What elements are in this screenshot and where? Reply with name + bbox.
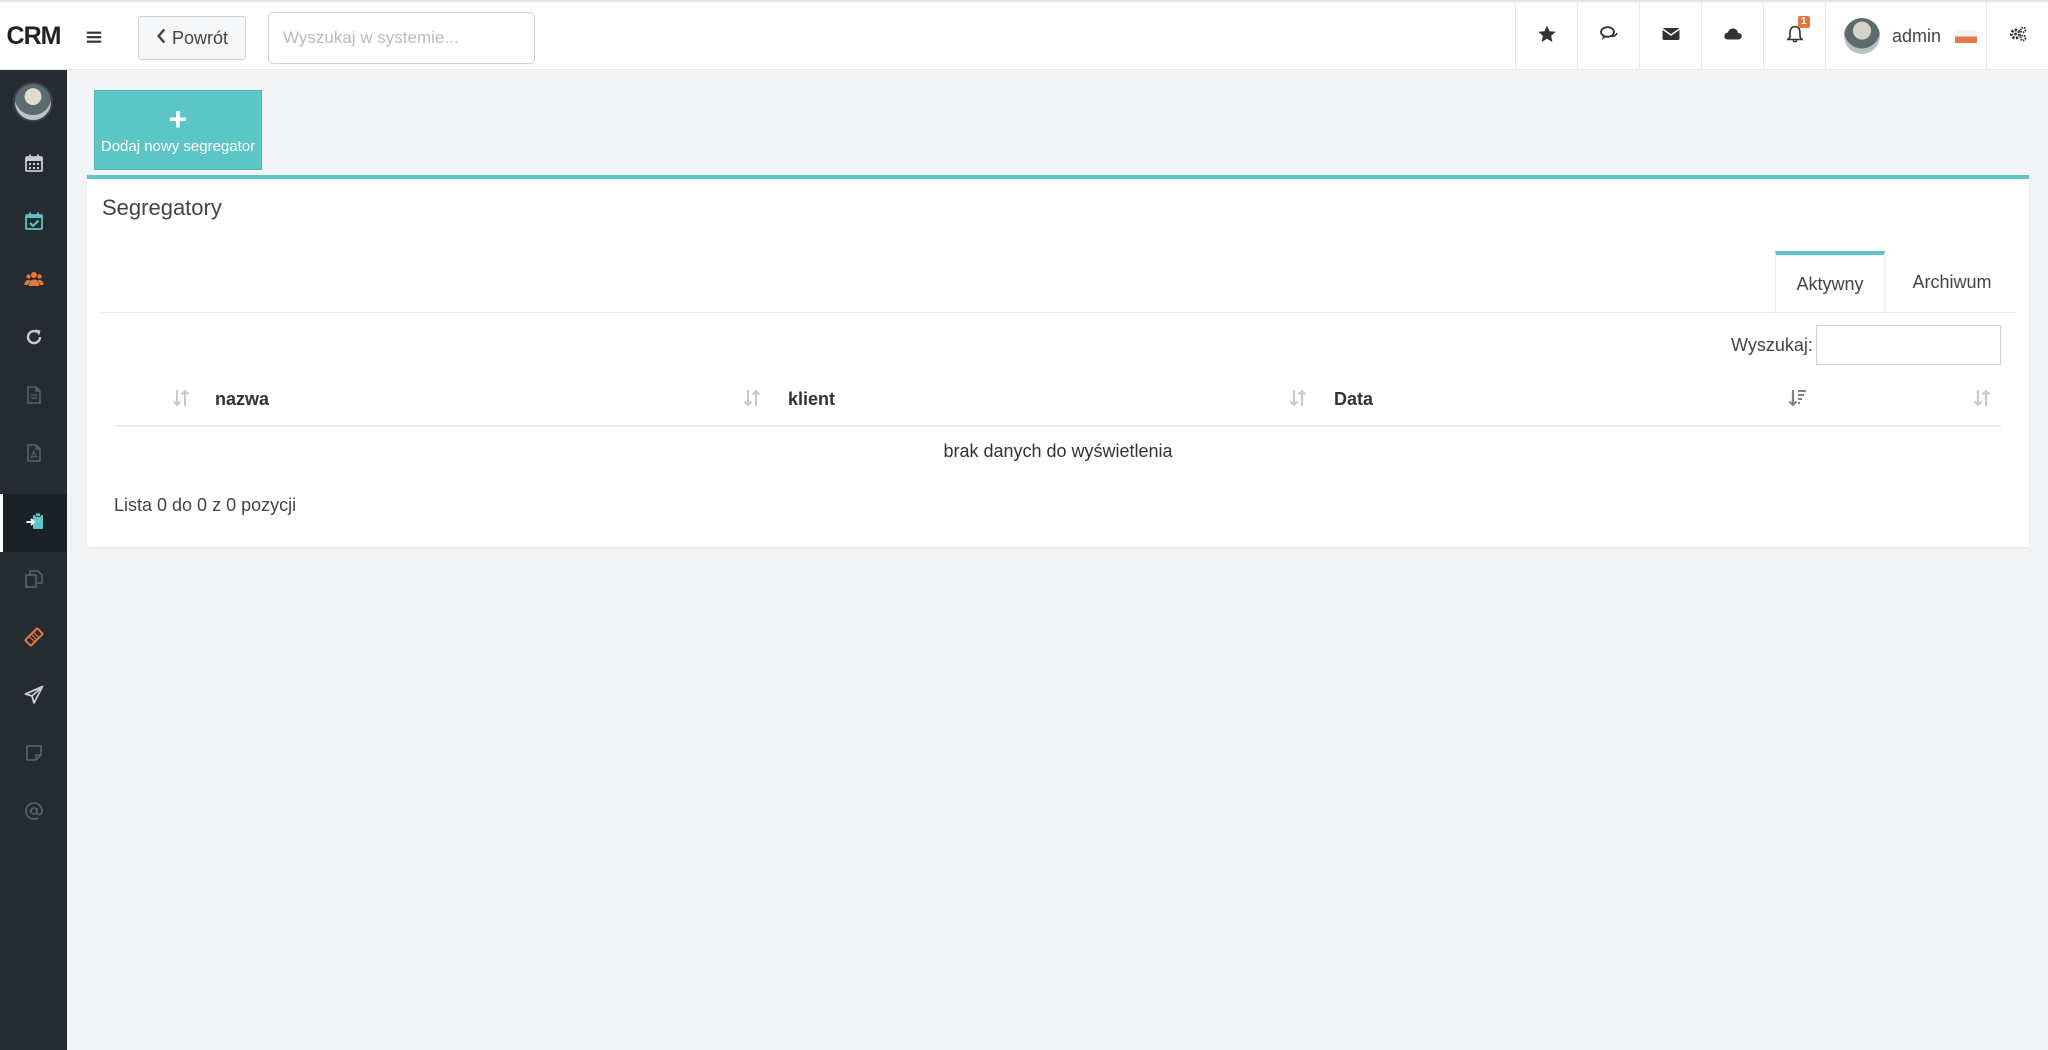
chat-icon — [1599, 24, 1619, 49]
tab-archive-label: Archiwum — [1912, 271, 1992, 292]
notification-badge: 1 — [1798, 16, 1810, 28]
avatar — [1844, 18, 1880, 54]
table-search-label: Wyszukaj: — [1731, 335, 1813, 355]
copy-icon — [24, 569, 44, 594]
sidebar-item-documents[interactable] — [0, 368, 67, 426]
sidebar-avatar[interactable] — [13, 82, 53, 122]
user-menu[interactable]: admin — [1825, 2, 1986, 70]
column-header-client[interactable]: klient — [788, 389, 835, 410]
sort-icon[interactable] — [741, 387, 763, 409]
pdf-icon — [24, 443, 44, 468]
column-header-name[interactable]: nazwa — [215, 389, 269, 410]
clipboard-import-icon — [25, 511, 45, 536]
empty-table-message: brak danych do wyświetlenia — [943, 441, 1173, 461]
sidebar — [0, 70, 67, 1050]
brand-logo[interactable]: CRM — [0, 2, 67, 70]
note-icon — [24, 743, 44, 768]
language-flag-icon[interactable] — [1955, 29, 1978, 43]
mail-button[interactable] — [1639, 2, 1701, 70]
notifications-button[interactable]: 1 — [1763, 2, 1825, 70]
sidebar-item-tasks[interactable] — [0, 194, 67, 252]
at-icon — [24, 801, 44, 826]
column-header-date[interactable]: Data — [1334, 389, 1373, 410]
chevron-left-icon — [156, 28, 166, 49]
ticket-icon — [24, 627, 44, 652]
users-icon — [24, 269, 44, 294]
sidebar-item-contacts[interactable] — [0, 252, 67, 310]
add-segregator-button[interactable]: + Dodaj nowy segregator — [94, 90, 262, 170]
tab-archive[interactable]: Archiwum — [1885, 251, 2019, 313]
sidebar-item-segregators[interactable] — [0, 494, 67, 552]
calendar-check-icon — [24, 211, 44, 236]
sidebar-item-pdf[interactable] — [0, 426, 67, 484]
user-name: admin — [1892, 25, 1942, 46]
paper-plane-icon — [24, 685, 44, 710]
favorites-button[interactable] — [1515, 2, 1577, 70]
sidebar-item-email[interactable] — [0, 784, 67, 842]
sort-icon[interactable] — [1971, 387, 1993, 409]
sidebar-item-refresh[interactable] — [0, 310, 67, 368]
cloud-icon — [1723, 24, 1743, 49]
sort-icon[interactable] — [170, 387, 192, 409]
tab-active[interactable]: Aktywny — [1775, 251, 1885, 314]
sidebar-item-copies[interactable] — [0, 552, 67, 610]
add-segregator-label: Dodaj nowy segregator — [100, 137, 256, 155]
top-bar: CRM Powrót Wyszukaj w systemie... 1 admi… — [0, 0, 2048, 70]
segregators-panel: Segregatory Aktywny Archiwum Wyszukaj: n… — [87, 175, 2029, 547]
sidebar-item-calendar[interactable] — [0, 136, 67, 194]
table-header: nazwa klient Data — [114, 375, 2001, 427]
table-search-input[interactable] — [1816, 325, 2001, 365]
document-icon — [24, 385, 44, 410]
sort-icon[interactable] — [1287, 387, 1309, 409]
cloud-button[interactable] — [1701, 2, 1763, 70]
chat-button[interactable] — [1577, 2, 1639, 70]
top-icons: 1 admin — [1515, 2, 2048, 70]
tab-active-label: Aktywny — [1796, 274, 1864, 294]
tabs-divider — [99, 312, 2017, 313]
menu-toggle-icon[interactable] — [74, 20, 114, 54]
back-button[interactable]: Powrót — [138, 16, 246, 60]
plus-icon: + — [168, 100, 188, 137]
global-search-input[interactable] — [268, 12, 535, 64]
sidebar-item-notes[interactable] — [0, 726, 67, 784]
calendar-icon — [24, 153, 44, 178]
settings-button[interactable] — [1986, 2, 2048, 70]
sidebar-item-tickets[interactable] — [0, 610, 67, 668]
sidebar-item-send[interactable] — [0, 668, 67, 726]
sort-desc-icon[interactable] — [1787, 387, 1809, 409]
envelope-icon — [1661, 24, 1681, 49]
back-button-label: Powrót — [171, 27, 229, 48]
page-title: Segregatory — [102, 195, 222, 220]
refresh-icon — [24, 327, 44, 352]
gears-icon — [2008, 24, 2028, 49]
table-info: Lista 0 do 0 z 0 pozycji — [114, 495, 297, 515]
star-icon — [1537, 24, 1557, 49]
